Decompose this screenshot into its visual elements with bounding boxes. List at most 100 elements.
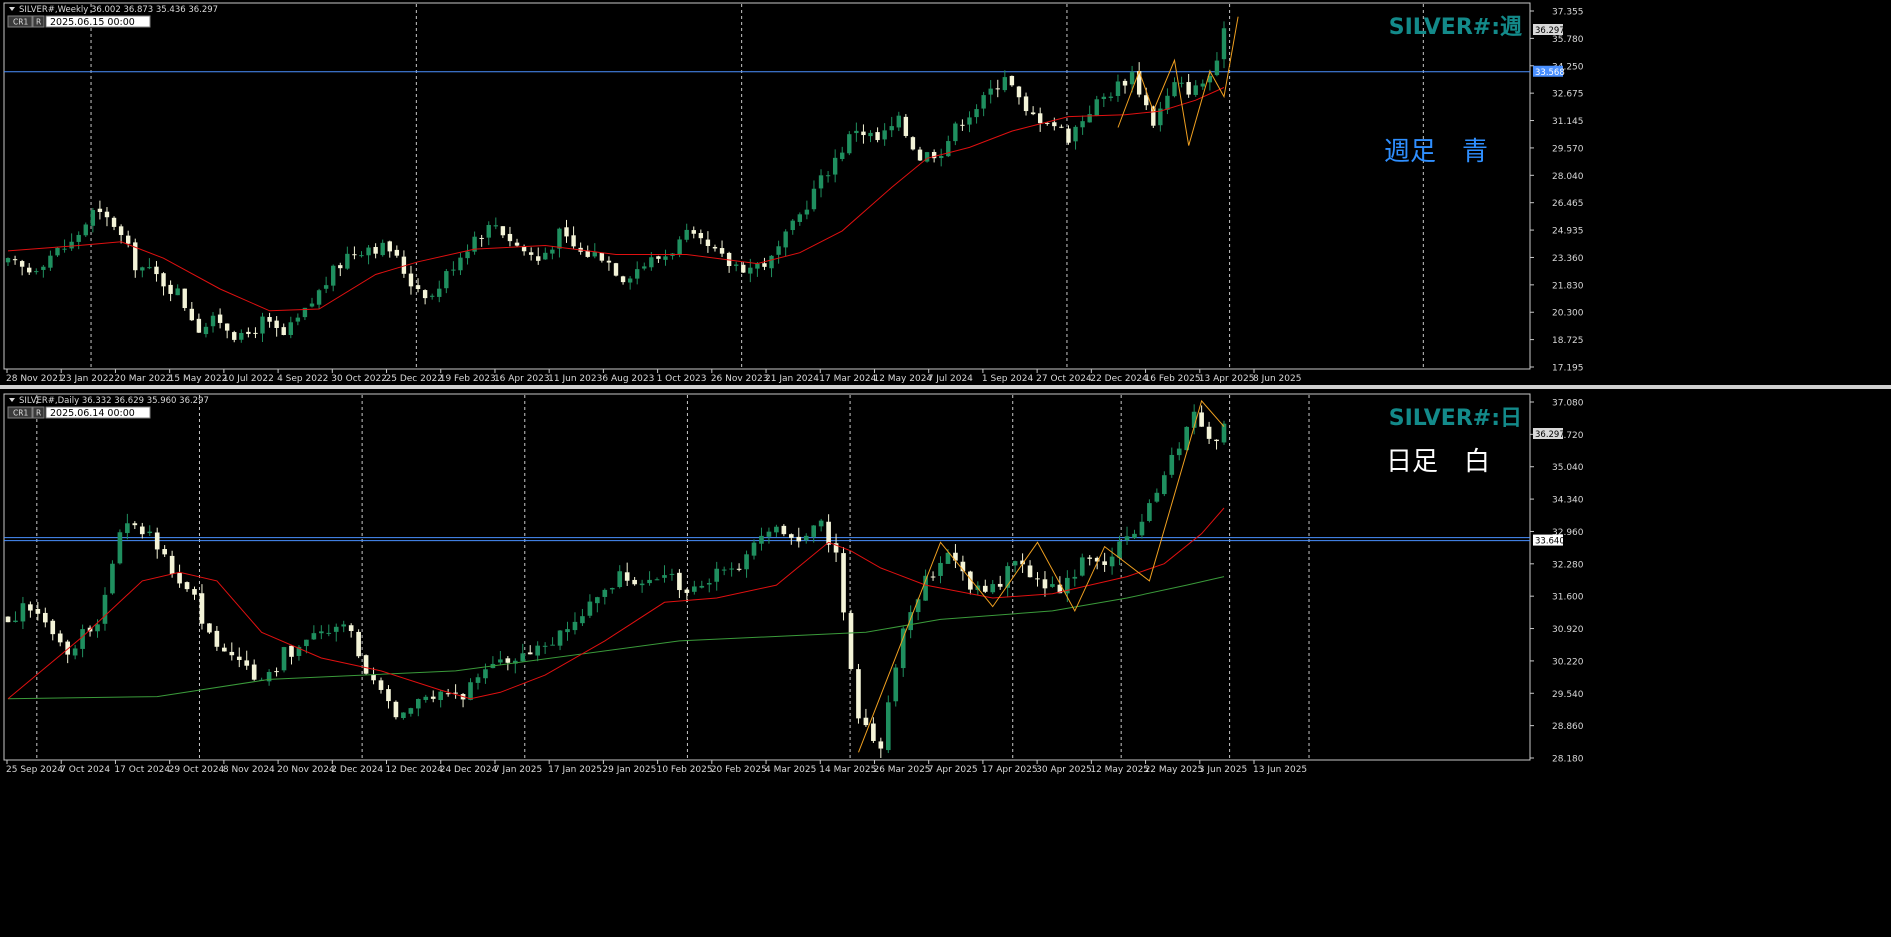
candle-body — [451, 269, 456, 271]
candle-body — [13, 620, 18, 622]
candle-body — [316, 290, 322, 305]
candle-body — [468, 682, 473, 700]
candle-body — [826, 521, 831, 545]
candle-body — [199, 593, 205, 624]
candle-body — [550, 644, 555, 646]
collapse-triangle-icon — [9, 7, 15, 11]
candle-body — [229, 651, 235, 656]
candle-body — [733, 264, 739, 266]
candle-body — [380, 242, 385, 256]
candle-body — [244, 660, 250, 666]
candle-body — [34, 271, 39, 273]
x-tick-label: 25 Dec 2022 — [386, 374, 444, 384]
x-tick-label: 7 Jan 2025 — [494, 765, 542, 775]
candle-body — [903, 116, 909, 136]
candle-body — [274, 671, 279, 673]
y-tick-label: 18.725 — [1552, 336, 1584, 346]
candle-body — [102, 594, 108, 624]
y-tick-label: 30.220 — [1552, 657, 1584, 667]
candle-body — [378, 680, 384, 690]
candle-body — [169, 555, 175, 574]
candle-body — [967, 117, 972, 125]
candle-body — [811, 525, 817, 537]
candle-body — [1169, 454, 1175, 475]
candle-body — [311, 633, 317, 640]
candle-body — [1052, 122, 1057, 127]
candle-body — [960, 124, 965, 126]
x-tick-label: 22 May 2025 — [1145, 765, 1204, 775]
y-tick-label: 17.195 — [1552, 364, 1584, 374]
x-tick-label: 12 May 2025 — [1090, 765, 1149, 775]
candle-body — [196, 318, 202, 333]
y-tick-label: 28.860 — [1552, 722, 1584, 732]
candle-body — [83, 224, 88, 236]
candle-body — [1214, 60, 1220, 76]
candle-body — [154, 266, 159, 275]
candle-body — [663, 256, 668, 260]
candle-body — [408, 708, 414, 714]
candle-body — [705, 239, 711, 246]
candle-body — [35, 608, 41, 614]
candle-body — [260, 316, 265, 334]
x-tick-label: 20 Feb 2025 — [711, 765, 767, 775]
candle-body — [871, 723, 876, 741]
candle-body — [662, 575, 667, 578]
candle-body — [1200, 83, 1205, 87]
candle-body — [699, 585, 705, 588]
candle-body — [639, 583, 645, 586]
x-tick-label: 14 Mar 2025 — [819, 765, 876, 775]
candle-body — [1030, 112, 1036, 115]
candle-body — [1072, 576, 1078, 579]
candle-body — [326, 632, 332, 634]
candle-body — [602, 589, 608, 597]
candle-body — [1186, 82, 1191, 95]
candle-body — [1016, 86, 1022, 98]
candle-body — [295, 317, 301, 322]
candle-body — [154, 532, 160, 550]
candle-body — [712, 246, 718, 249]
candle-body — [939, 156, 944, 159]
y-tick-label: 20.300 — [1552, 309, 1584, 319]
candle-body — [1066, 128, 1071, 143]
y-tick-label: 35.780 — [1552, 35, 1584, 45]
candle-body — [741, 264, 746, 273]
candle-body — [371, 674, 376, 681]
candle-body — [162, 549, 167, 555]
candle-body — [840, 152, 845, 159]
candle-body — [415, 285, 421, 290]
candle-body — [1193, 85, 1198, 95]
candle-body — [878, 741, 884, 749]
candle-body — [535, 645, 540, 656]
candle-body — [1042, 579, 1048, 589]
candle-body — [1094, 99, 1099, 116]
candle-body — [691, 230, 696, 234]
candle-body — [863, 717, 869, 726]
candle-body — [856, 669, 861, 719]
candle-body — [111, 217, 117, 227]
x-tick-label: 7 Jul 2024 — [928, 374, 973, 384]
candle-body — [182, 288, 187, 309]
candle-body — [564, 227, 569, 237]
candle-body — [656, 256, 661, 259]
x-tick-label: 15 May 2022 — [169, 374, 228, 384]
candle-body — [580, 616, 585, 624]
candle-body — [1122, 80, 1128, 86]
candle-body — [1154, 492, 1160, 502]
candle-body — [20, 603, 26, 622]
candle-body — [1115, 81, 1121, 96]
candle-body — [896, 115, 901, 128]
candle-body — [118, 226, 124, 236]
r-button-label: R — [36, 18, 41, 27]
x-tick-label: 30 Oct 2022 — [331, 374, 387, 384]
candle-body — [885, 702, 891, 751]
candle-body — [475, 677, 481, 683]
candle-body — [627, 278, 633, 283]
candle-body — [274, 320, 279, 328]
candle-body — [483, 669, 488, 679]
hline-price-label: 33.640 — [1535, 537, 1565, 547]
candle-body — [366, 247, 371, 256]
candle-body — [422, 290, 428, 299]
x-tick-label: 28 Nov 2021 — [6, 374, 64, 384]
candle-body — [635, 269, 640, 279]
candle-body — [140, 267, 145, 271]
